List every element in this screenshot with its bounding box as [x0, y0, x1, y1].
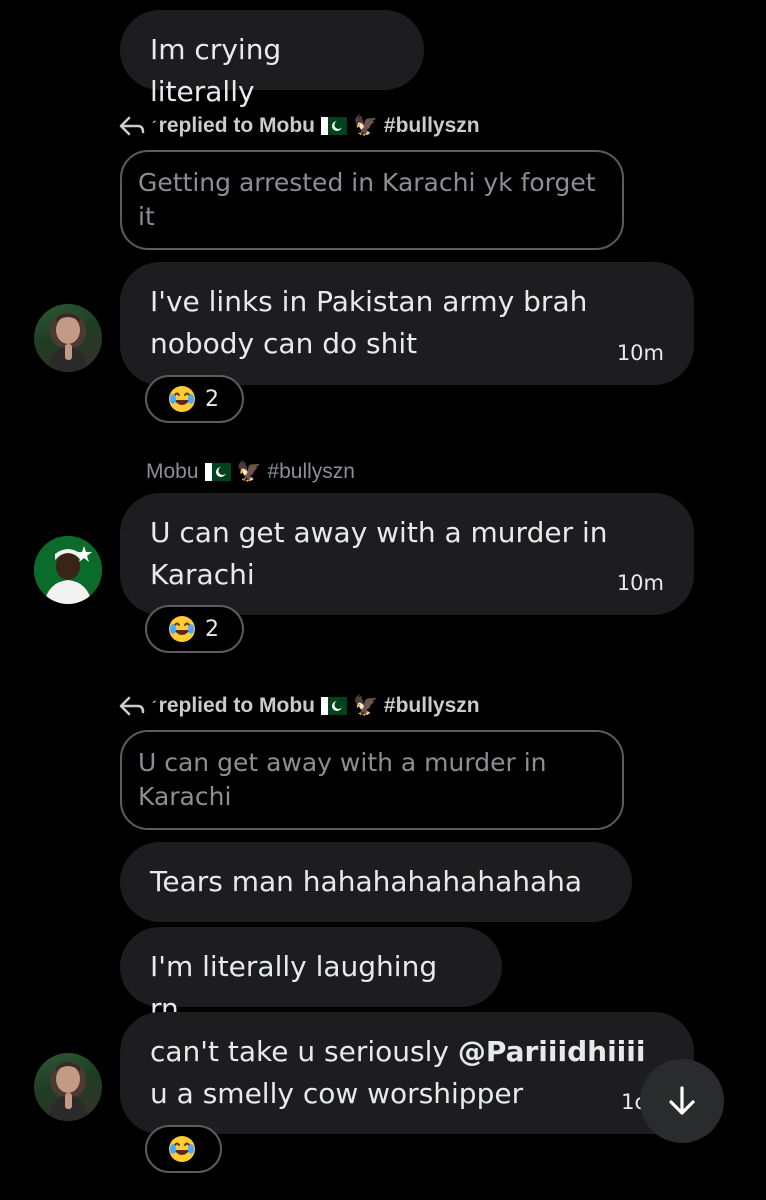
reply-context: ´ replied to Mobu 🦅 #bullyszn [118, 690, 480, 722]
message-bubble[interactable]: U can get away with a murder in Karachi … [120, 493, 694, 615]
reaction-count: 2 [205, 616, 219, 642]
eagle-icon: 🦅 [353, 695, 378, 717]
message-bubble[interactable]: can't take u seriously @Pariiidhiiii u a… [120, 1012, 694, 1134]
message-line: I've links in Pakistan army brah [150, 285, 588, 318]
message-bubble[interactable]: I'm literally laughing rn [120, 927, 502, 1025]
message-text: can't take u seriously [150, 1035, 458, 1068]
pakistan-flag-icon [321, 697, 347, 715]
quoted-message[interactable]: Getting arrested in Karachi yk forget it [120, 150, 624, 250]
reply-arrow-icon [119, 116, 145, 136]
avatar[interactable] [34, 536, 102, 604]
laughing-emoji-icon [169, 616, 195, 642]
avatar-photo [48, 1062, 88, 1121]
reply-context: ´ replied to Mobu 🦅 #bullyszn [118, 110, 480, 142]
message-bubble[interactable]: Im crying literally [120, 10, 424, 108]
reaction-badge[interactable]: 2 [145, 605, 244, 653]
reaction-count: 2 [205, 386, 219, 412]
avatar[interactable] [34, 1053, 102, 1121]
message-timestamp: 10m [616, 341, 664, 365]
message-timestamp: 10m [616, 571, 664, 595]
message-line: can't take u seriously @Pariiidhiiii [150, 1031, 664, 1073]
scroll-to-bottom-button[interactable] [640, 1059, 724, 1143]
sender-label: Mobu [146, 460, 199, 483]
reply-arrow-icon [119, 696, 145, 716]
pakistan-flag-icon [321, 117, 347, 135]
avatar-photo [48, 313, 88, 372]
quoted-message[interactable]: U can get away with a murder in Karachi [120, 730, 624, 830]
message-line: Karachi [150, 558, 255, 591]
quoted-line: U can get away with a murder in [138, 748, 547, 777]
reply-hashtag[interactable]: #bullyszn [384, 694, 480, 718]
reply-tick: ´ [152, 698, 157, 714]
mention-link[interactable]: @Pariiidhiiii [458, 1035, 646, 1068]
message-bubble[interactable]: I've links in Pakistan army brah nobody … [120, 262, 694, 385]
quoted-text: Getting arrested in Karachi yk forget it [138, 168, 596, 231]
reply-label: replied to Mobu [158, 694, 315, 717]
sender-hashtag: #bullyszn [267, 460, 355, 483]
message-line: u a smelly cow worshipper [150, 1077, 524, 1110]
message-bubble[interactable]: Tears man hahahahahahahaha [120, 842, 632, 922]
laughing-emoji-icon [169, 386, 195, 412]
avatar[interactable] [34, 304, 102, 372]
message-line: nobody can do shit [150, 327, 418, 360]
message-text: Tears man hahahahahahahaha [150, 865, 583, 898]
message-text: Im crying literally [150, 33, 282, 108]
reply-tick: ´ [152, 118, 157, 134]
message-line: U can get away with a murder in [150, 516, 608, 549]
quoted-line: Karachi [138, 782, 232, 811]
pakistan-flag-icon [204, 463, 231, 481]
reply-hashtag[interactable]: #bullyszn [384, 114, 480, 138]
eagle-icon: 🦅 [236, 461, 262, 483]
laughing-emoji-icon [169, 1136, 195, 1162]
reaction-badge[interactable]: 2 [145, 375, 244, 423]
eagle-icon: 🦅 [353, 115, 378, 137]
sender-name[interactable]: Mobu 🦅 #bullyszn [146, 457, 355, 487]
reply-label: replied to Mobu [158, 114, 315, 137]
reaction-badge[interactable] [145, 1125, 222, 1173]
avatar-photo [34, 536, 102, 604]
arrow-down-icon [669, 1086, 695, 1115]
